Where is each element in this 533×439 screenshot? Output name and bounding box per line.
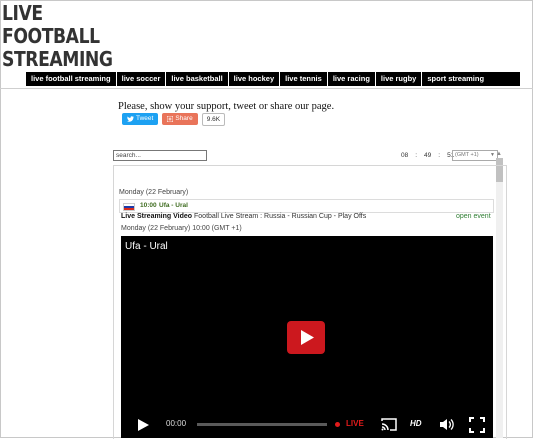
video-title: Ufa - Ural <box>125 241 168 252</box>
share-count: 9.6K <box>201 113 226 126</box>
logo-line-2: STREAMING <box>2 47 113 71</box>
hd-quality-button[interactable]: HD <box>410 419 422 428</box>
nav-live-rugby[interactable]: live rugby <box>376 72 423 86</box>
progress-bar[interactable] <box>197 423 327 426</box>
nav-live-hockey[interactable]: live hockey <box>229 72 281 86</box>
chevron-down-icon: ▼ <box>490 152 495 158</box>
stream-label: Live Streaming Video <box>121 213 193 220</box>
volume-icon[interactable] <box>439 418 455 431</box>
twitter-bird-icon <box>127 116 134 122</box>
open-event-link[interactable]: open event <box>456 213 491 220</box>
live-dot-icon <box>335 422 340 427</box>
nav-live-soccer[interactable]: live soccer <box>117 72 167 86</box>
day-heading: Monday (22 February) <box>119 189 189 196</box>
match-name: Ufa - Ural <box>159 202 188 209</box>
timezone-value: (GMT +1) <box>455 152 479 158</box>
clock-hours: 08 <box>401 152 409 159</box>
scroll-up-arrow-icon[interactable]: ▲ <box>496 151 502 157</box>
player-controls: 00:00 LIVE HD <box>121 410 493 438</box>
nav-live-racing[interactable]: live racing <box>328 72 376 86</box>
nav-live-football-streaming[interactable]: live football streaming <box>26 72 117 86</box>
stream-info: Live Streaming Video Football Live Strea… <box>121 213 492 220</box>
nav-live-tennis[interactable]: live tennis <box>280 72 328 86</box>
nav-sport-streaming[interactable]: sport streaming <box>422 72 489 86</box>
match-time: 10:00 <box>140 202 157 209</box>
match-row[interactable]: 10:00 Ufa - Ural <box>119 199 494 213</box>
main-nav: live football streaming live soccer live… <box>26 72 520 86</box>
logo-line-1: LIVE FOOTBALL <box>2 1 100 48</box>
big-play-button[interactable] <box>287 321 325 354</box>
tweet-label: Tweet <box>136 115 154 122</box>
timezone-select[interactable]: (GMT +1) ▼ <box>452 150 498 161</box>
play-icon[interactable] <box>136 418 150 432</box>
clock-display: 08 : 49 : 51 <box>401 152 454 159</box>
site-logo[interactable]: LIVE FOOTBALL STREAMING <box>2 2 140 71</box>
header-divider <box>0 88 533 89</box>
share-button[interactable]: Share <box>162 113 198 125</box>
event-datetime: Monday (22 February) 10:00 (GMT +1) <box>121 225 242 232</box>
support-text: Please, show your support, tweet or shar… <box>118 101 335 112</box>
share-buttons: Tweet Share 9.6K <box>122 113 226 126</box>
share-label: Share <box>175 115 193 122</box>
stream-description: Football Live Stream : Russia - Russian … <box>192 213 367 220</box>
live-button[interactable]: LIVE <box>346 419 364 428</box>
russia-flag-icon <box>123 203 135 211</box>
clock-separator: : <box>438 152 441 159</box>
search-input[interactable]: search... <box>113 150 207 161</box>
clock-separator: : <box>415 152 418 159</box>
share-plus-icon <box>167 116 174 122</box>
clock-minutes: 49 <box>424 152 432 159</box>
current-time: 00:00 <box>166 419 187 428</box>
nav-live-basketball[interactable]: live basketball <box>166 72 229 86</box>
cast-icon[interactable] <box>381 418 397 431</box>
play-icon <box>301 330 314 345</box>
tweet-button[interactable]: Tweet <box>122 113 159 125</box>
fullscreen-icon[interactable] <box>469 417 485 433</box>
